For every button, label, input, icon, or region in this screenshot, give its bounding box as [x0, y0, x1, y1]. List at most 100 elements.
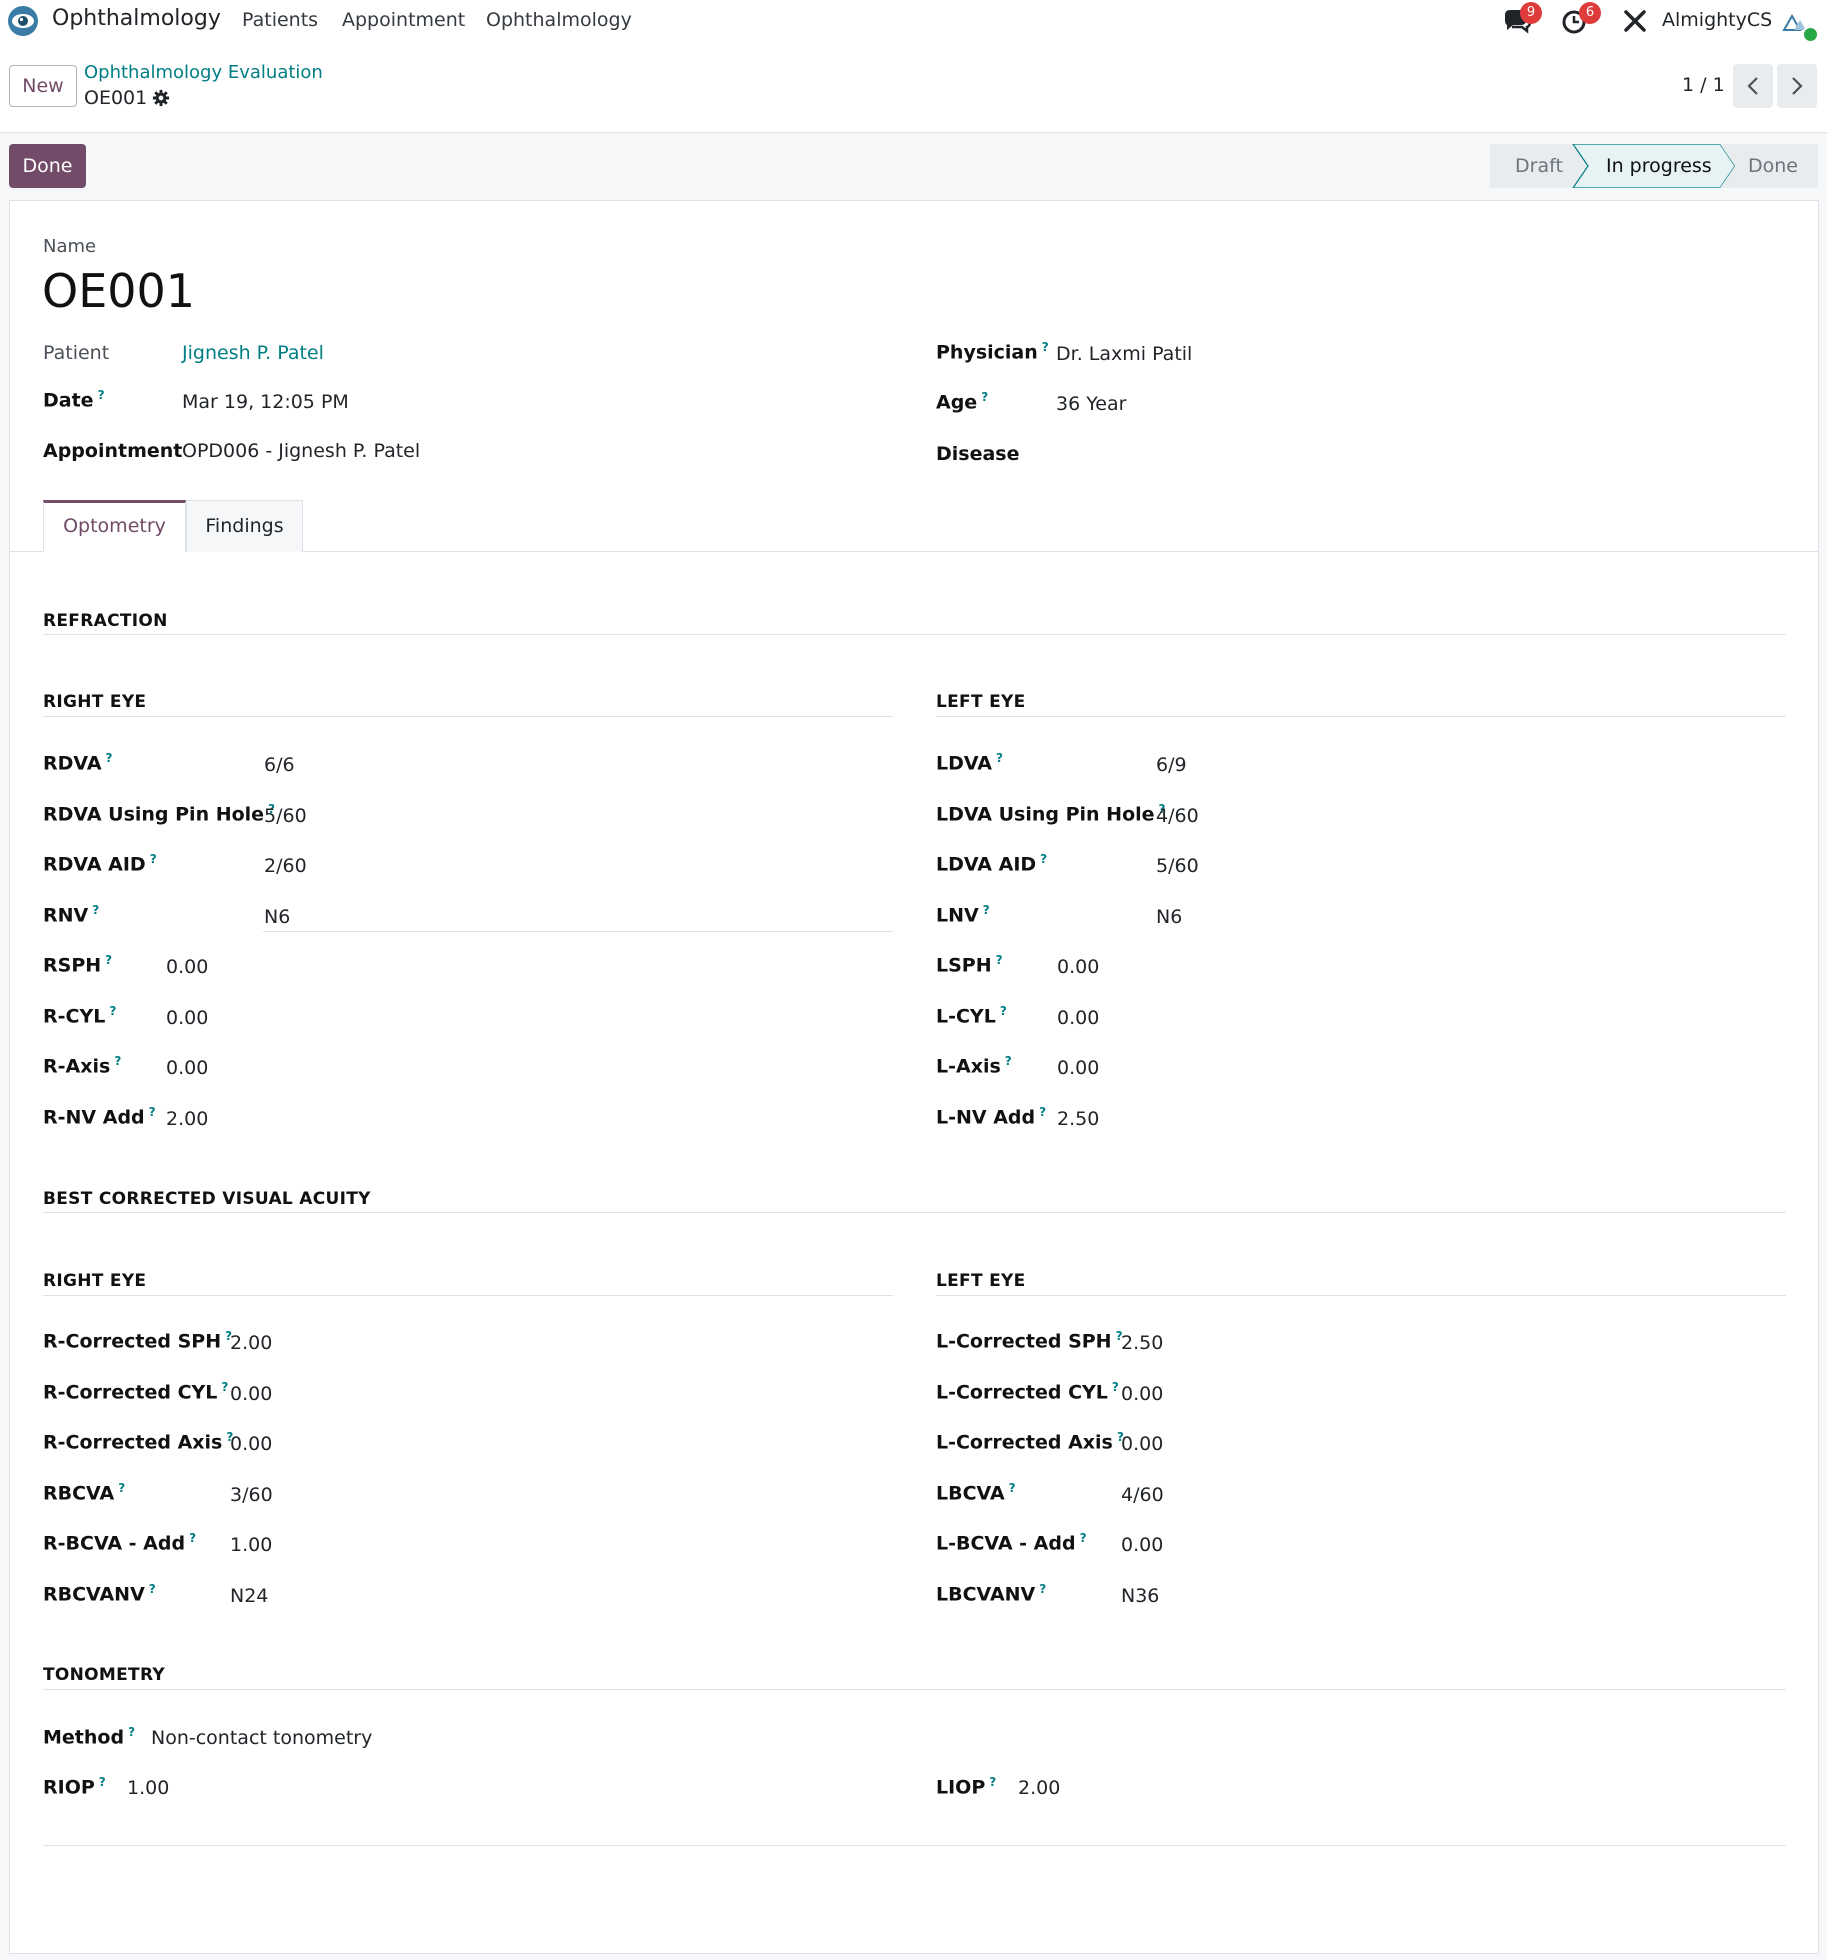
mark-done-button[interactable]: Done [9, 144, 86, 188]
help-tooltip-icon[interactable]: ? [989, 1775, 996, 1789]
name-field[interactable]: OE001 [42, 264, 195, 318]
help-tooltip-icon[interactable]: ? [106, 751, 113, 765]
pager-next-button[interactable] [1777, 64, 1817, 108]
tab-findings[interactable]: Findings [186, 500, 303, 552]
field-label: R-Axis? [43, 1054, 122, 1078]
help-tooltip-icon[interactable]: ? [1112, 1380, 1119, 1394]
help-tooltip-icon[interactable]: ? [189, 1531, 196, 1545]
field-value[interactable]: 5/60 [264, 805, 307, 827]
field-value[interactable]: 2/60 [264, 855, 307, 877]
patient-field[interactable]: Jignesh P. Patel [182, 342, 324, 364]
debug-tools-icon[interactable] [1620, 6, 1650, 36]
field-value[interactable]: 2.50 [1057, 1108, 1099, 1130]
help-tooltip-icon[interactable]: ? [1080, 1531, 1087, 1545]
control-panel: New Ophthalmology Evaluation OE001 1 / 1 [0, 41, 1827, 133]
help-tooltip-icon[interactable]: ? [1039, 1582, 1046, 1596]
help-tooltip-icon[interactable]: ? [221, 1380, 228, 1394]
field-value[interactable]: 0.00 [1057, 956, 1099, 978]
field-value[interactable]: 0.00 [166, 1057, 208, 1079]
help-tooltip-icon[interactable]: ? [1009, 1481, 1016, 1495]
refraction-section-title: REFRACTION [43, 611, 168, 631]
field-value[interactable]: 0.00 [1121, 1383, 1163, 1405]
field-value[interactable]: 0.00 [166, 956, 208, 978]
field-value[interactable]: 0.00 [230, 1383, 272, 1405]
name-label: Name [43, 236, 97, 257]
field-value[interactable]: 0.00 [1057, 1007, 1099, 1029]
status-bar: Draft In progress Done [1490, 144, 1818, 188]
breadcrumb-parent-link[interactable]: Ophthalmology Evaluation [84, 62, 323, 83]
field-value[interactable]: 3/60 [230, 1484, 273, 1506]
company-switcher[interactable]: AlmightyCS [1662, 9, 1772, 31]
date-field[interactable]: Mar 19, 12:05 PM [182, 391, 349, 413]
help-tooltip-icon[interactable]: ? [996, 751, 1003, 765]
stage-done[interactable]: Done [1748, 144, 1798, 188]
help-tooltip-icon[interactable]: ? [118, 1481, 125, 1495]
help-tooltip-icon[interactable]: ? [981, 390, 988, 404]
field-value[interactable]: N36 [1121, 1585, 1159, 1607]
activities-badge: 6 [1579, 2, 1601, 24]
menu-ophthalmology[interactable]: Ophthalmology [486, 9, 632, 31]
field-label: RDVA AID? [43, 852, 157, 876]
method-field[interactable]: Non-contact tonometry [151, 1727, 372, 1749]
help-tooltip-icon[interactable]: ? [1039, 1105, 1046, 1119]
field-value[interactable]: 4/60 [1121, 1484, 1164, 1506]
field-value[interactable]: 6/6 [264, 754, 295, 776]
stage-in-progress[interactable]: In progress [1606, 144, 1712, 188]
liop-field[interactable]: 2.00 [1018, 1777, 1060, 1799]
field-value[interactable]: 0.00 [1121, 1534, 1163, 1556]
field-value[interactable]: 0.00 [1057, 1057, 1099, 1079]
help-tooltip-icon[interactable]: ? [109, 1004, 116, 1018]
gear-icon[interactable] [152, 89, 170, 107]
eye-logo-icon[interactable] [6, 4, 40, 38]
help-tooltip-icon[interactable]: ? [983, 903, 990, 917]
field-value[interactable]: 0.00 [230, 1433, 272, 1455]
help-tooltip-icon[interactable]: ? [99, 1775, 106, 1789]
field-label: L-Corrected Axis? [936, 1430, 1124, 1454]
bcva-right-eye-title: RIGHT EYE [43, 1271, 147, 1291]
help-tooltip-icon[interactable]: ? [1000, 1004, 1007, 1018]
help-tooltip-icon[interactable]: ? [98, 388, 105, 402]
field-value[interactable]: N24 [230, 1585, 268, 1607]
field-value[interactable]: 1.00 [230, 1534, 272, 1556]
field-value[interactable]: N6 [1156, 906, 1182, 928]
help-tooltip-icon[interactable]: ? [105, 953, 112, 967]
field-value[interactable]: 5/60 [1156, 855, 1199, 877]
new-record-button[interactable]: New [9, 65, 77, 107]
help-tooltip-icon[interactable]: ? [128, 1725, 135, 1739]
field-label: LBCVA? [936, 1480, 1016, 1504]
help-tooltip-icon[interactable]: ? [92, 903, 99, 917]
menu-patients[interactable]: Patients [242, 9, 318, 31]
menu-appointment[interactable]: Appointment [342, 9, 465, 31]
field-value[interactable]: 6/9 [1156, 754, 1187, 776]
field-value[interactable]: 2.00 [230, 1332, 272, 1354]
field-label: RDVA Using Pin Hole? [43, 801, 276, 825]
field-value[interactable]: N6 [264, 906, 290, 928]
tab-optometry[interactable]: Optometry [43, 500, 186, 552]
field-value[interactable]: 2.50 [1121, 1332, 1163, 1354]
field-label: LSPH? [936, 953, 1003, 977]
tonometry-section-title: TONOMETRY [43, 1665, 166, 1685]
pager-value[interactable]: 1 / 1 [1682, 74, 1725, 96]
field-label: R-Corrected Axis? [43, 1430, 234, 1454]
help-tooltip-icon[interactable]: ? [996, 953, 1003, 967]
help-tooltip-icon[interactable]: ? [149, 1105, 156, 1119]
field-value[interactable]: 0.00 [166, 1007, 208, 1029]
appointment-field[interactable]: OPD006 - Jignesh P. Patel [182, 440, 420, 462]
help-tooltip-icon[interactable]: ? [150, 852, 157, 866]
pager-previous-button[interactable] [1733, 64, 1773, 108]
physician-field[interactable]: Dr. Laxmi Patil [1056, 343, 1192, 365]
field-label: L-CYL? [936, 1003, 1007, 1027]
stage-draft[interactable]: Draft [1515, 144, 1563, 188]
age-field[interactable]: 36 Year [1056, 393, 1126, 415]
field-value[interactable]: 4/60 [1156, 805, 1199, 827]
help-tooltip-icon[interactable]: ? [1042, 340, 1049, 354]
field-value[interactable]: 2.00 [166, 1108, 208, 1130]
help-tooltip-icon[interactable]: ? [114, 1054, 121, 1068]
help-tooltip-icon[interactable]: ? [149, 1582, 156, 1596]
help-tooltip-icon[interactable]: ? [1005, 1054, 1012, 1068]
app-name[interactable]: Ophthalmology [52, 6, 221, 31]
refraction-right-eye-title: RIGHT EYE [43, 692, 147, 712]
field-value[interactable]: 0.00 [1121, 1433, 1163, 1455]
help-tooltip-icon[interactable]: ? [1040, 852, 1047, 866]
riop-field[interactable]: 1.00 [127, 1777, 169, 1799]
